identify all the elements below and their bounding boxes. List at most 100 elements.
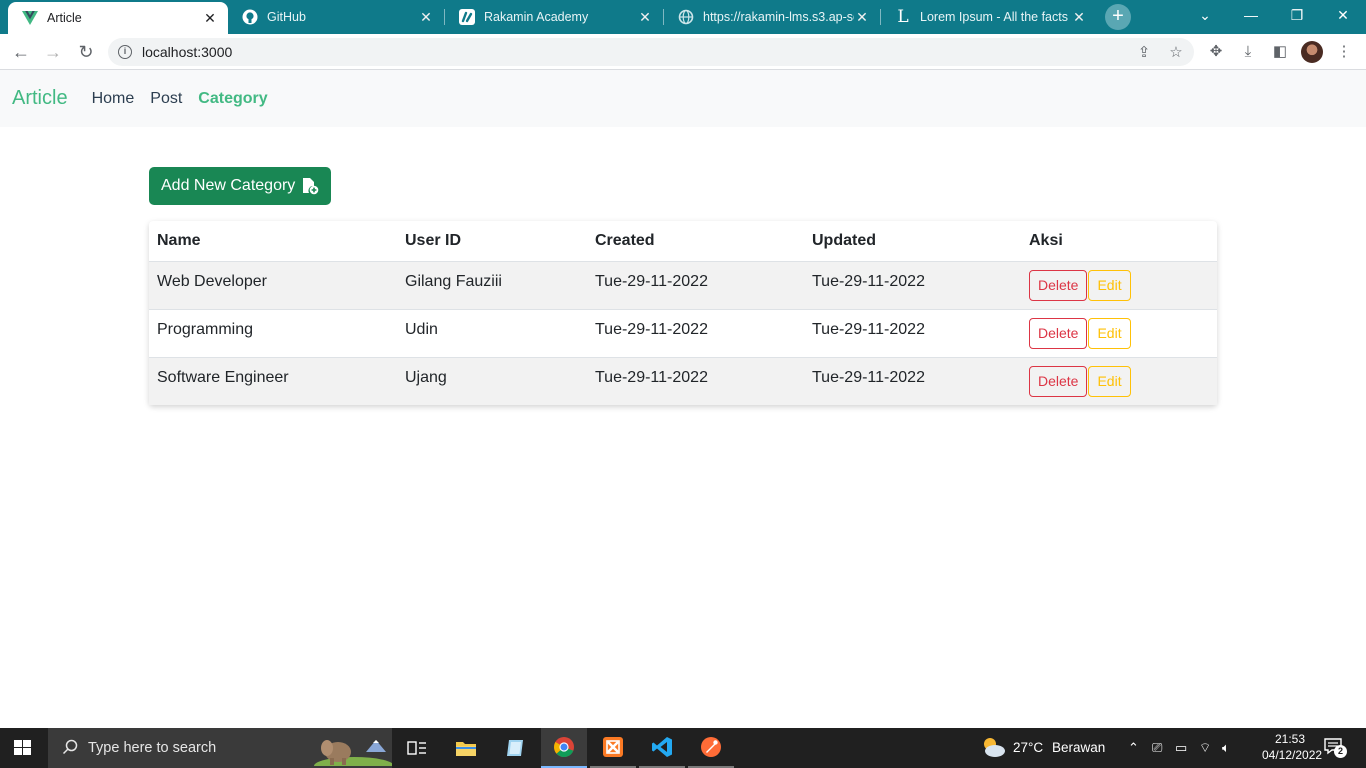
close-window-button[interactable]: ✕ xyxy=(1320,0,1366,30)
edit-button[interactable]: Edit xyxy=(1088,269,1131,301)
meet-camera-icon[interactable]: ⎚ xyxy=(1152,740,1162,756)
weather-description[interactable]: Berawan xyxy=(1052,740,1105,755)
forward-arrow-icon[interactable]: → xyxy=(43,42,63,62)
delete-button[interactable]: Delete xyxy=(1029,317,1088,349)
url-text[interactable]: localhost:3000 xyxy=(142,44,232,60)
download-icon[interactable]: ⤓ xyxy=(1238,42,1258,62)
vscode-app-icon[interactable] xyxy=(639,728,685,768)
nav-link-post[interactable]: Post xyxy=(150,90,182,108)
cell-name: Software Engineer xyxy=(157,368,289,386)
cell-user-id: Udin xyxy=(397,309,587,358)
tab-close-icon[interactable]: ✕ xyxy=(854,9,870,26)
rakamin-logo-icon xyxy=(459,9,475,25)
table-row: Software Engineer Ujang Tue-29-11-2022 T… xyxy=(149,357,1217,405)
chevron-up-icon[interactable]: ⌃ xyxy=(1128,740,1139,756)
tab-search-chevron-icon[interactable]: ⌄ xyxy=(1182,0,1228,30)
tab-title: GitHub xyxy=(267,10,306,24)
new-tab-button[interactable]: + xyxy=(1105,4,1131,30)
windows-start-icon[interactable] xyxy=(14,740,32,756)
taskbar-search-box[interactable]: Type here to search xyxy=(48,728,392,768)
app-navbar: Article Home Post Category xyxy=(0,70,1366,127)
notification-count-badge: 2 xyxy=(1334,745,1347,758)
minimize-button[interactable]: — xyxy=(1228,0,1274,30)
cell-actions: Delete Edit xyxy=(1021,261,1217,310)
back-arrow-icon[interactable]: ← xyxy=(11,42,31,62)
wifi-icon[interactable]: ⌔ xyxy=(1199,740,1211,756)
cell-actions: Delete Edit xyxy=(1021,357,1217,405)
tab-article[interactable]: Article ✕ xyxy=(8,2,228,34)
chrome-app-icon[interactable] xyxy=(541,728,587,768)
tab-rakamin-s3[interactable]: https://rakamin-lms.s3.ap-so ✕ xyxy=(664,0,880,34)
tab-close-icon[interactable]: ✕ xyxy=(202,10,218,27)
column-header-user-id: User ID xyxy=(397,221,587,262)
category-table-card: Name User ID Created Updated Aksi Web De… xyxy=(149,221,1217,405)
bookmark-star-icon[interactable]: ☆ xyxy=(1167,44,1185,62)
column-header-created: Created xyxy=(587,221,804,262)
clock-time: 21:53 xyxy=(1274,732,1306,746)
cell-created: Tue-29-11-2022 xyxy=(587,309,804,358)
share-icon[interactable]: ⇪ xyxy=(1135,44,1153,62)
main-content: Add New Category Name User ID Created Up… xyxy=(149,167,1217,405)
side-panel-icon[interactable]: ◧ xyxy=(1270,42,1290,62)
cell-actions: Delete Edit xyxy=(1021,309,1217,358)
cell-created: Tue-29-11-2022 xyxy=(595,368,708,386)
nav-link-category[interactable]: Category xyxy=(198,90,267,108)
search-icon xyxy=(62,739,78,755)
delete-button[interactable]: Delete xyxy=(1029,365,1088,397)
browser-tab-strip: Article ✕ GitHub ✕ Rakamin Academy ✕ htt… xyxy=(0,0,1366,34)
notification-center-icon[interactable]: 2 xyxy=(1324,738,1347,758)
tab-lorem-ipsum[interactable]: L Lorem Ipsum - All the facts - ✕ xyxy=(881,0,1097,34)
menu-kebab-icon[interactable]: ⋮ xyxy=(1334,42,1354,62)
cell-user-id: Gilang Fauziii xyxy=(397,261,587,310)
add-button-label: Add New Category xyxy=(161,177,296,194)
cell-updated: Tue-29-11-2022 xyxy=(804,309,1021,358)
table-row: Web Developer Gilang Fauziii Tue-29-11-2… xyxy=(149,261,1217,310)
tab-title: https://rakamin-lms.s3.ap-so xyxy=(703,10,854,24)
tab-title: Rakamin Academy xyxy=(484,10,589,24)
tab-close-icon[interactable]: ✕ xyxy=(1071,9,1087,26)
github-logo-icon xyxy=(242,9,258,25)
edit-button[interactable]: Edit xyxy=(1088,317,1131,349)
tab-title: Lorem Ipsum - All the facts - xyxy=(920,10,1071,24)
profile-avatar[interactable] xyxy=(1301,41,1323,63)
task-view-icon[interactable] xyxy=(394,728,440,768)
column-header-updated: Updated xyxy=(804,221,1021,262)
delete-button[interactable]: Delete xyxy=(1029,269,1088,301)
tab-close-icon[interactable]: ✕ xyxy=(637,9,653,26)
extensions-puzzle-icon[interactable]: ✥ xyxy=(1206,42,1226,62)
add-new-category-button[interactable]: Add New Category xyxy=(149,167,332,205)
windows-taskbar: Type here to search 27°C Berawan ⌃ ⎚ ▭ ⌔… xyxy=(0,728,1366,768)
postman-app-icon[interactable] xyxy=(688,728,734,768)
column-header-aksi: Aksi xyxy=(1021,221,1217,262)
xampp-app-icon[interactable] xyxy=(590,728,636,768)
search-placeholder: Type here to search xyxy=(88,740,217,756)
table-row: Programming Udin Tue-29-11-2022 Tue-29-1… xyxy=(149,309,1217,358)
weather-cloud-icon[interactable] xyxy=(980,736,1006,761)
address-bar[interactable]: i localhost:3000 ⇪ ☆ xyxy=(108,38,1194,66)
brand-logo[interactable]: Article xyxy=(12,87,68,110)
category-table: Name User ID Created Updated Aksi Web De… xyxy=(149,221,1217,405)
vue-logo-icon xyxy=(22,10,38,26)
cell-name: Web Developer xyxy=(149,261,397,310)
notepad-app-icon[interactable] xyxy=(492,728,538,768)
edit-button[interactable]: Edit xyxy=(1088,365,1131,397)
cell-name: Programming xyxy=(149,309,397,358)
tab-github[interactable]: GitHub ✕ xyxy=(228,0,444,34)
reload-icon[interactable]: ↻ xyxy=(76,42,96,62)
tab-close-icon[interactable]: ✕ xyxy=(418,9,434,26)
column-header-name: Name xyxy=(149,221,397,262)
cell-user-id: Ujang xyxy=(405,368,447,386)
lorem-logo-icon: L xyxy=(897,7,909,27)
table-header-row: Name User ID Created Updated Aksi xyxy=(149,221,1217,262)
nav-link-home[interactable]: Home xyxy=(92,90,135,108)
site-info-icon[interactable]: i xyxy=(118,45,132,59)
weather-temperature[interactable]: 27°C xyxy=(1013,740,1043,755)
system-clock[interactable]: 21:53 04/12/2022 xyxy=(1262,731,1322,763)
tab-rakamin[interactable]: Rakamin Academy ✕ xyxy=(445,0,663,34)
battery-icon[interactable]: ▭ xyxy=(1175,740,1187,756)
volume-icon[interactable]: 🔈︎ xyxy=(1222,740,1230,756)
browser-toolbar: ← → ↻ i localhost:3000 ⇪ ☆ ✥ ⤓ ◧ ⋮ xyxy=(0,34,1366,70)
file-explorer-icon[interactable] xyxy=(443,728,489,768)
globe-icon xyxy=(678,9,694,25)
restore-button[interactable]: ❐ xyxy=(1274,0,1320,30)
